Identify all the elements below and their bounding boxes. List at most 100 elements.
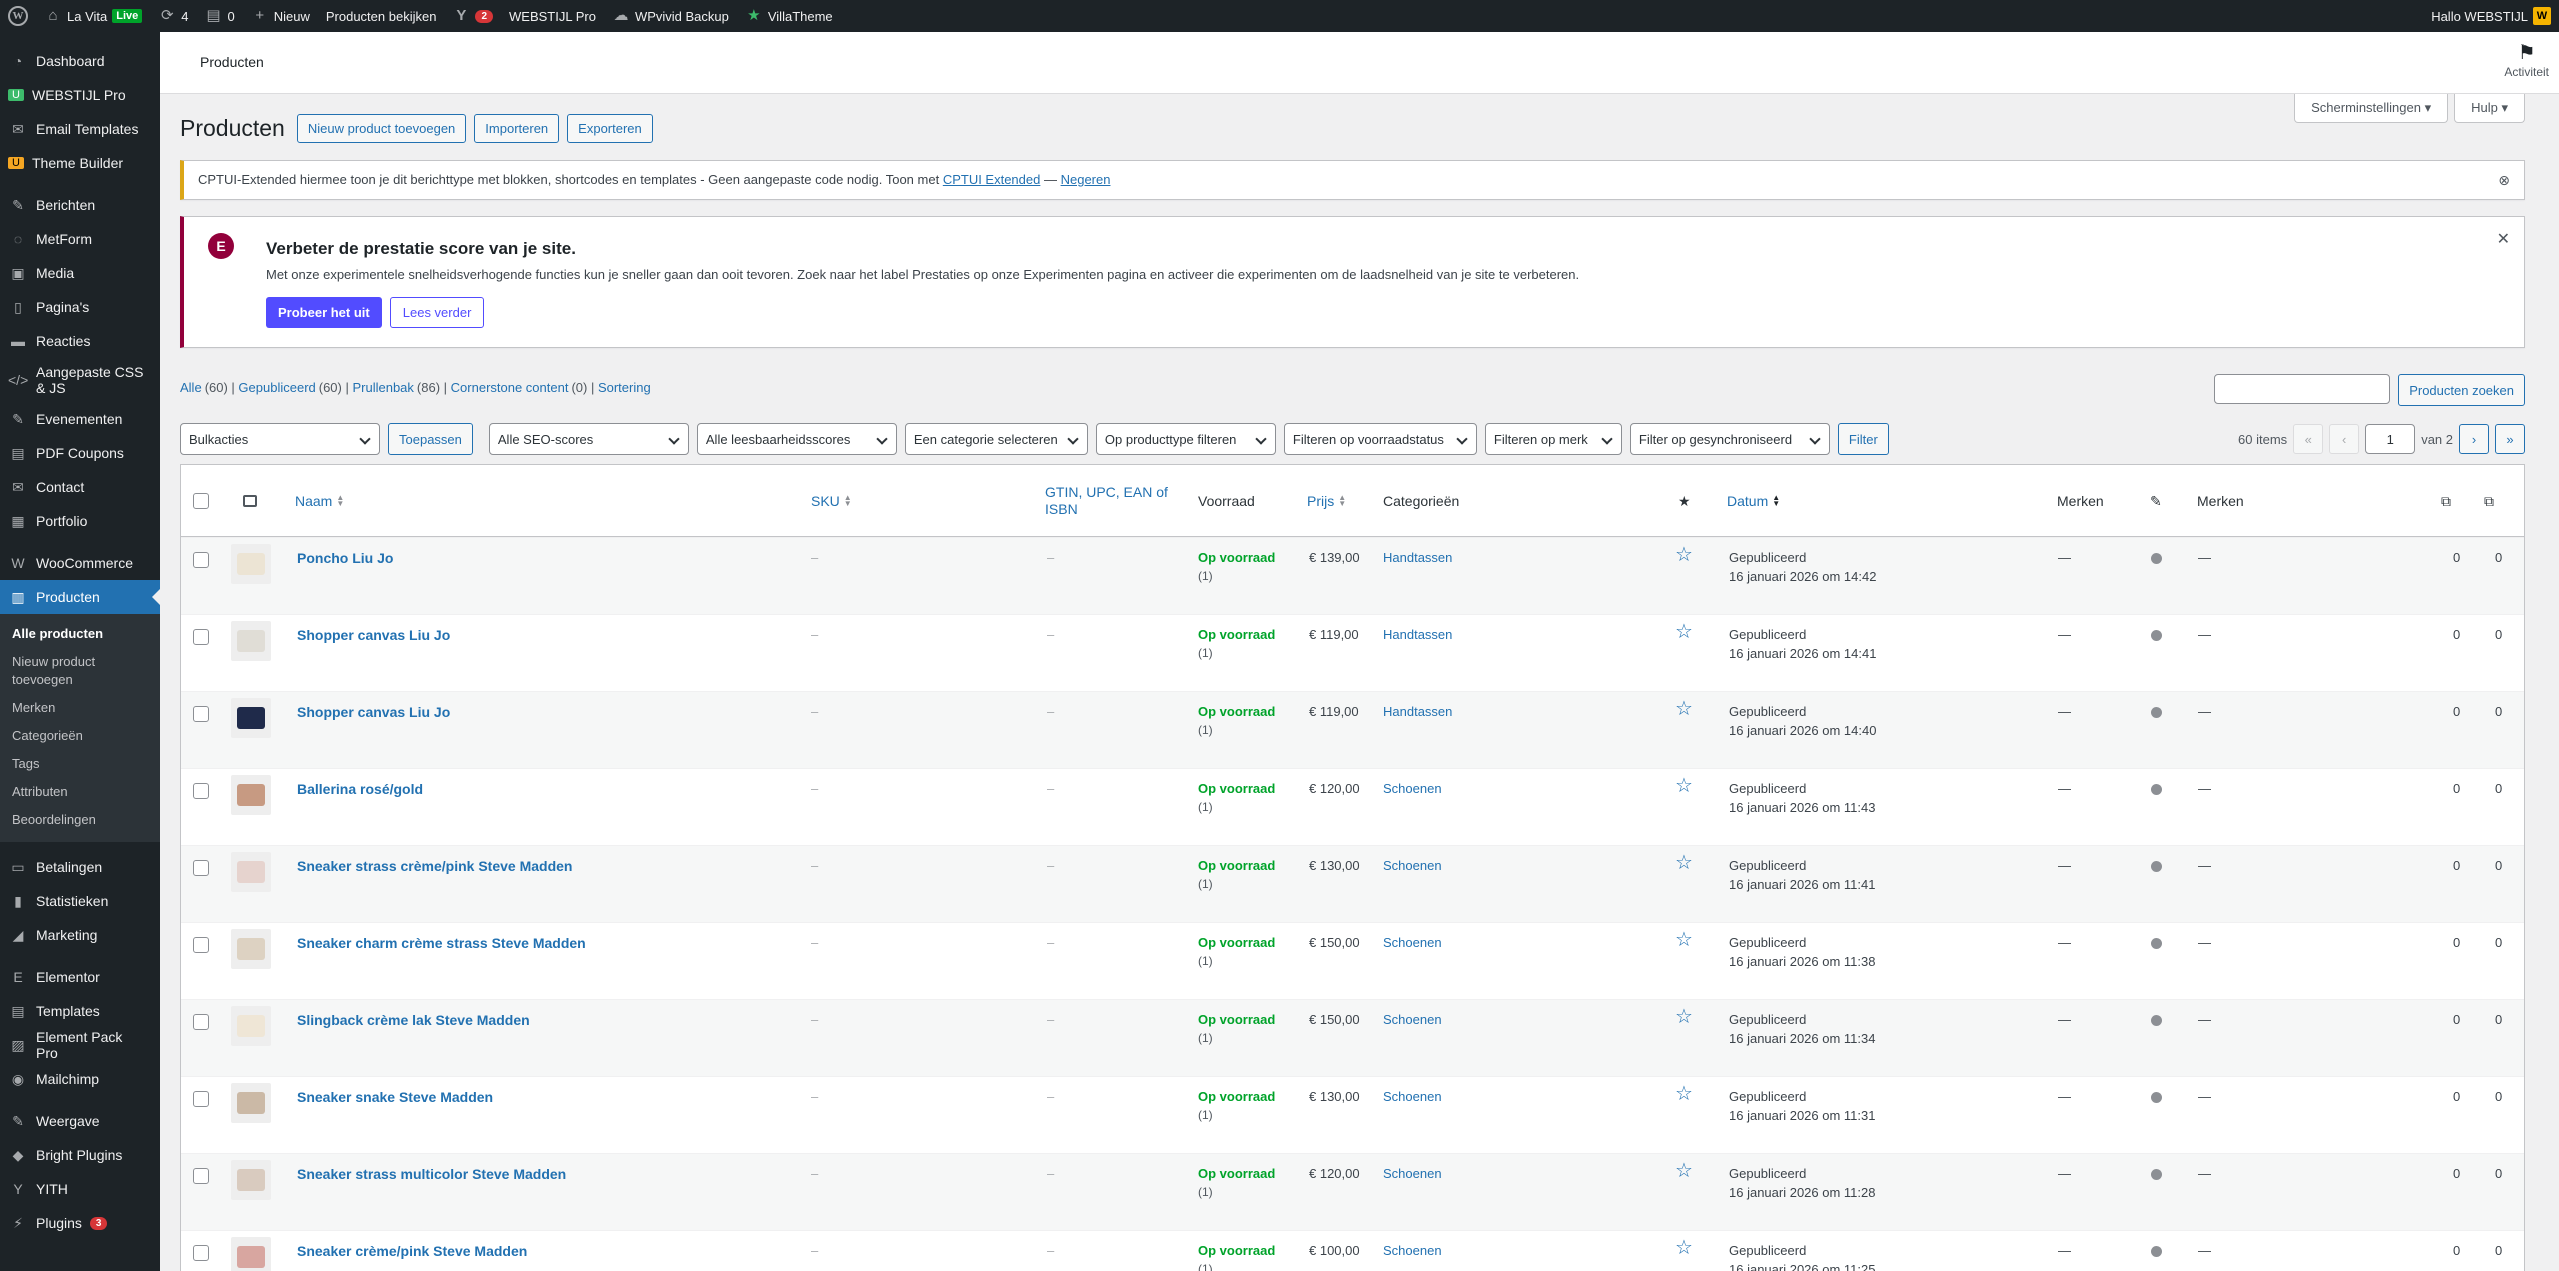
product-thumbnail[interactable] bbox=[231, 775, 271, 815]
category-link[interactable]: Schoenen bbox=[1383, 781, 1442, 796]
sidebar-item-mailchimp[interactable]: ◉ Mailchimp bbox=[0, 1062, 160, 1096]
sidebar-item-statistieken[interactable]: ▮ Statistieken bbox=[0, 884, 160, 918]
submenu-item-alle-producten[interactable]: Alle producten bbox=[0, 620, 160, 648]
sidebar-item-weergave[interactable]: ✎ Weergave bbox=[0, 1104, 160, 1138]
column-gtin[interactable]: GTIN, UPC, EAN of ISBN bbox=[1045, 484, 1185, 518]
yoast-menu[interactable]: Y 2 bbox=[444, 0, 501, 32]
featured-star-icon[interactable]: ☆ bbox=[1675, 1083, 1693, 1105]
product-name-link[interactable]: Ballerina rosé/gold bbox=[297, 781, 423, 797]
row-checkbox[interactable] bbox=[193, 706, 209, 722]
sidebar-item-evenementen[interactable]: ✎ Evenementen bbox=[0, 402, 160, 436]
product-name-link[interactable]: Sneaker strass crème/pink Steve Madden bbox=[297, 858, 572, 874]
product-thumbnail[interactable] bbox=[231, 1160, 271, 1200]
product-thumbnail[interactable] bbox=[231, 698, 271, 738]
view-alle[interactable]: Alle bbox=[180, 380, 202, 395]
sidebar-item-templates[interactable]: ▤ Templates bbox=[0, 994, 160, 1028]
column-price[interactable]: Prijs bbox=[1307, 493, 1334, 509]
view-cornerstone-content[interactable]: Cornerstone content bbox=[451, 380, 569, 395]
featured-star-icon[interactable]: ☆ bbox=[1675, 621, 1693, 643]
bulk-actions-select[interactable]: Bulkacties bbox=[180, 423, 380, 455]
product-type-filter[interactable]: Op producttype filteren bbox=[1095, 423, 1276, 455]
category-filter[interactable]: Een categorie selecteren bbox=[904, 423, 1088, 455]
sidebar-item-pdf-coupons[interactable]: ▤ PDF Coupons bbox=[0, 436, 160, 470]
row-checkbox[interactable] bbox=[193, 937, 209, 953]
view-sortering[interactable]: Sortering bbox=[598, 380, 651, 395]
sidebar-item-betalingen[interactable]: ▭ Betalingen bbox=[0, 850, 160, 884]
close-icon[interactable]: ✕ bbox=[2497, 229, 2510, 249]
sidebar-item-reacties[interactable]: ▬ Reacties bbox=[0, 324, 160, 358]
product-thumbnail[interactable] bbox=[231, 1083, 271, 1123]
row-checkbox[interactable] bbox=[193, 783, 209, 799]
new-content-menu[interactable]: + Nieuw bbox=[243, 0, 318, 32]
comments-menu[interactable]: ▤ 0 bbox=[197, 0, 243, 32]
sidebar-item-contact[interactable]: ✉ Contact bbox=[0, 470, 160, 504]
sidebar-item-media[interactable]: ▣ Media bbox=[0, 256, 160, 290]
sidebar-item-producten[interactable]: ▥ Producten bbox=[0, 580, 160, 614]
sidebar-item-aangepaste-css-js[interactable]: </> Aangepaste CSS & JS bbox=[0, 358, 160, 402]
seo-score-filter[interactable]: Alle SEO-scores bbox=[488, 423, 689, 455]
sidebar-item-element-pack-pro[interactable]: ▨ Element Pack Pro bbox=[0, 1028, 160, 1062]
sidebar-item-marketing[interactable]: ◢ Marketing bbox=[0, 918, 160, 952]
sidebar-item-email-templates[interactable]: ✉ Email Templates bbox=[0, 112, 160, 146]
category-link[interactable]: Handtassen bbox=[1383, 704, 1452, 719]
sidebar-item-elementor[interactable]: E Elementor bbox=[0, 960, 160, 994]
submenu-item-beoordelingen[interactable]: Beoordelingen bbox=[0, 806, 160, 834]
product-name-link[interactable]: Slingback crème lak Steve Madden bbox=[297, 1012, 530, 1028]
sidebar-item-theme-builder[interactable]: U Theme Builder bbox=[0, 146, 160, 180]
wpvivid-menu[interactable]: ☁ WPvivid Backup bbox=[604, 0, 737, 32]
featured-star-icon[interactable]: ☆ bbox=[1675, 1237, 1693, 1259]
product-thumbnail[interactable] bbox=[231, 544, 271, 584]
last-page-button[interactable]: » bbox=[2495, 424, 2525, 454]
sidebar-item-portfolio[interactable]: ▦ Portfolio bbox=[0, 504, 160, 538]
category-link[interactable]: Schoenen bbox=[1383, 1089, 1442, 1104]
ignore-link[interactable]: Negeren bbox=[1061, 172, 1111, 187]
product-thumbnail[interactable] bbox=[231, 1237, 271, 1271]
product-thumbnail[interactable] bbox=[231, 1006, 271, 1046]
category-link[interactable]: Schoenen bbox=[1383, 1166, 1442, 1181]
product-name-link[interactable]: Shopper canvas Liu Jo bbox=[297, 627, 450, 643]
featured-star-icon[interactable]: ☆ bbox=[1675, 929, 1693, 951]
view-prullenbak[interactable]: Prullenbak bbox=[352, 380, 413, 395]
featured-star-icon[interactable]: ☆ bbox=[1675, 852, 1693, 874]
wp-logo-menu[interactable]: W bbox=[0, 0, 36, 32]
sync-filter[interactable]: Filter op gesynchroniseerd bbox=[1629, 423, 1830, 455]
product-name-link[interactable]: Poncho Liu Jo bbox=[297, 550, 393, 566]
account-menu[interactable]: Hallo WEBSTIJL W bbox=[2423, 0, 2559, 32]
sidebar-item-plugins[interactable]: ⚡ Plugins 3 bbox=[0, 1206, 160, 1240]
submenu-item-categorie-n[interactable]: Categorieën bbox=[0, 722, 160, 750]
stock-status-filter[interactable]: Filteren op voorraadstatus bbox=[1283, 423, 1477, 455]
submenu-item-tags[interactable]: Tags bbox=[0, 750, 160, 778]
product-name-link[interactable]: Sneaker crème/pink Steve Madden bbox=[297, 1243, 527, 1259]
brand-filter[interactable]: Filteren op merk bbox=[1484, 423, 1622, 455]
site-name-menu[interactable]: ⌂ La Vita Live bbox=[36, 0, 150, 32]
activity-button[interactable]: ⚑ Activiteit bbox=[2504, 40, 2549, 79]
row-checkbox[interactable] bbox=[193, 860, 209, 876]
search-products-button[interactable]: Producten zoeken bbox=[2398, 374, 2525, 406]
row-checkbox[interactable] bbox=[193, 1014, 209, 1030]
outgoing-links-icon[interactable]: ⧉ bbox=[2441, 465, 2451, 537]
featured-star-icon[interactable]: ☆ bbox=[1675, 544, 1693, 566]
submenu-item-merken[interactable]: Merken bbox=[0, 694, 160, 722]
cptui-extended-link[interactable]: CPTUI Extended bbox=[943, 172, 1041, 187]
column-name[interactable]: Naam bbox=[295, 493, 332, 509]
incoming-links-icon[interactable]: ⧉ bbox=[2484, 465, 2494, 537]
search-input[interactable] bbox=[2214, 374, 2391, 404]
read-more-button[interactable]: Lees verder bbox=[389, 297, 485, 328]
product-thumbnail[interactable] bbox=[231, 852, 271, 892]
sidebar-item-pagina-s[interactable]: ▯ Pagina's bbox=[0, 290, 160, 324]
sidebar-item-webstijl-pro[interactable]: U WEBSTIJL Pro bbox=[0, 78, 160, 112]
row-checkbox[interactable] bbox=[193, 1091, 209, 1107]
view-gepubliceerd[interactable]: Gepubliceerd bbox=[238, 380, 315, 395]
column-sku[interactable]: SKU bbox=[811, 493, 840, 509]
select-all-checkbox[interactable] bbox=[193, 493, 209, 509]
row-checkbox[interactable] bbox=[193, 629, 209, 645]
category-link[interactable]: Handtassen bbox=[1383, 627, 1452, 642]
featured-star-icon[interactable]: ☆ bbox=[1675, 1160, 1693, 1182]
row-checkbox[interactable] bbox=[193, 1168, 209, 1184]
readability-filter[interactable]: Alle leesbaarheidsscores bbox=[696, 423, 897, 455]
featured-star-icon[interactable]: ☆ bbox=[1675, 775, 1693, 797]
category-link[interactable]: Schoenen bbox=[1383, 935, 1442, 950]
next-page-button[interactable]: › bbox=[2459, 424, 2489, 454]
current-page-input[interactable]: 1 bbox=[2365, 424, 2416, 454]
sidebar-item-berichten[interactable]: ✎ Berichten bbox=[0, 188, 160, 222]
